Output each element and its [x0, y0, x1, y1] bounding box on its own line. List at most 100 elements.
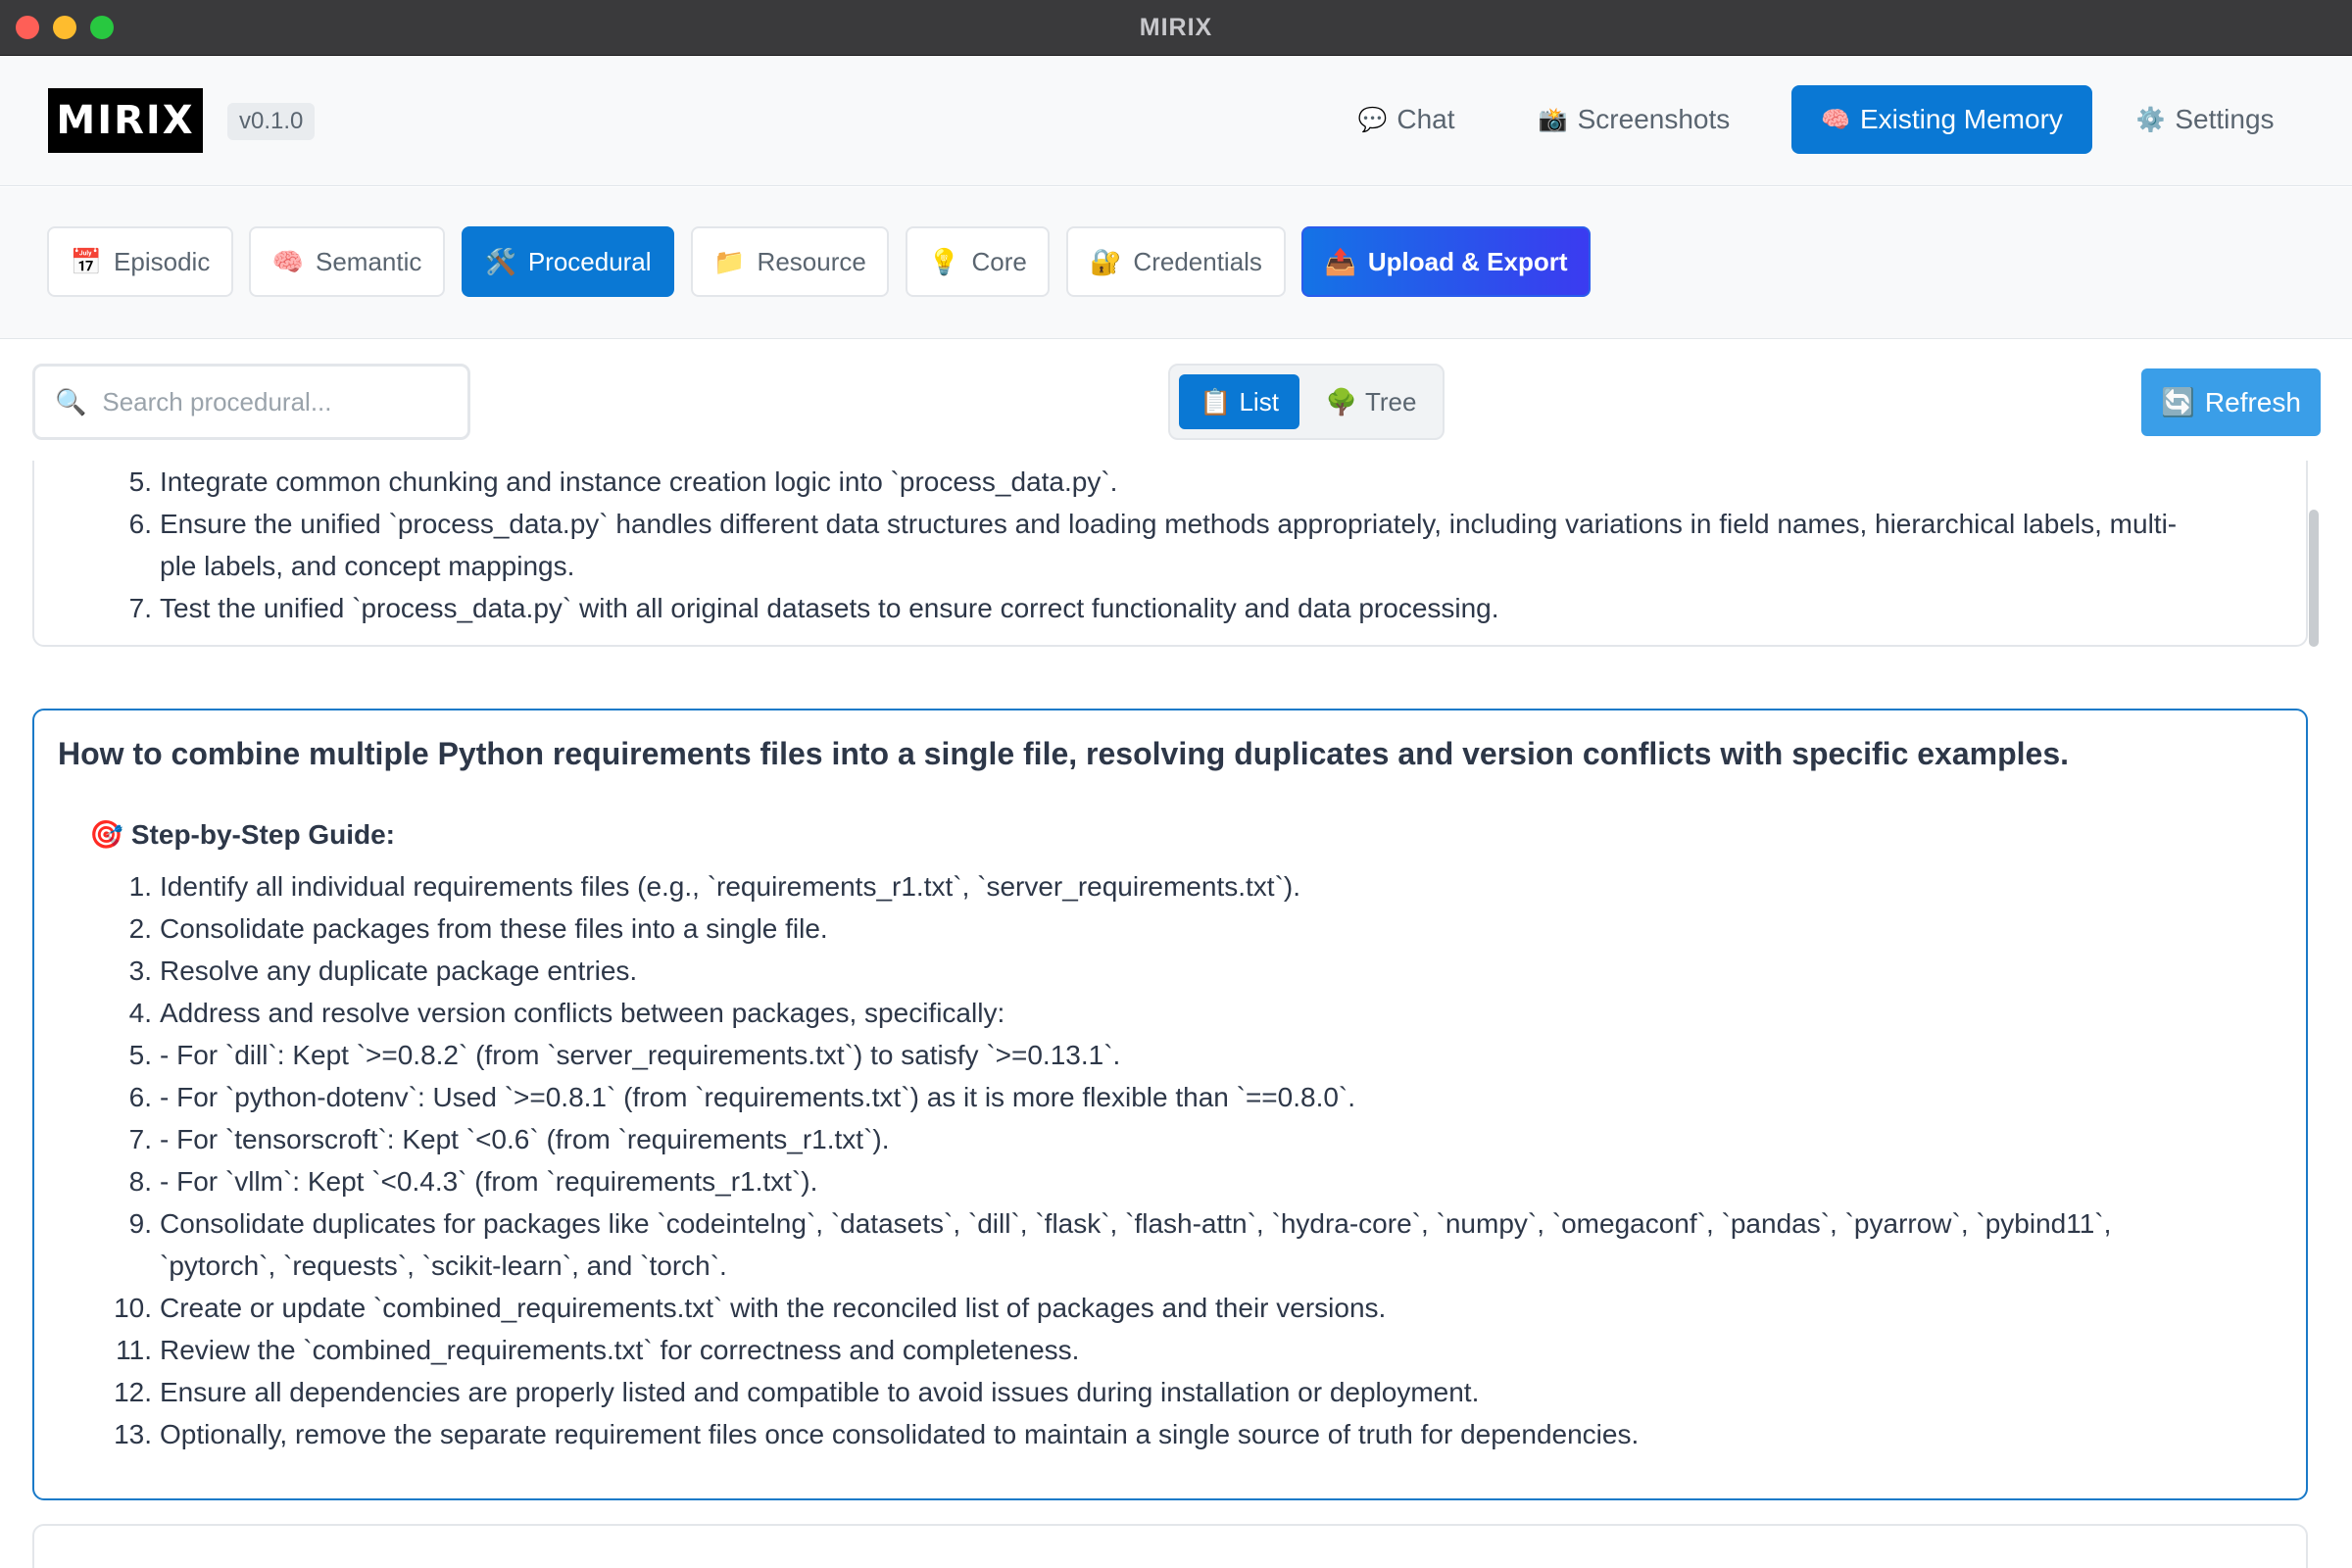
entry-title: How to combine multiple Python requireme… [58, 736, 2070, 771]
list-item: 11. Review the `combined_requirements.txt… [74, 1331, 2269, 1370]
brain-icon: 🧠 [271, 246, 304, 276]
step-list: 1. Identify all individual requirements f… [74, 867, 2269, 1457]
tree-view-button[interactable]: 🌳 Tree [1309, 374, 1433, 429]
nav-existing-memory-label: Existing Memory [1859, 104, 2063, 134]
app-logo: MIRIX [48, 88, 203, 153]
list-item: 4. Address and resolve version conflicts … [74, 994, 2269, 1033]
step-text: `pytorch`, `requests`, `scikit-learn`, a… [160, 1250, 727, 1281]
step-number: 7. [128, 593, 152, 623]
tab-resource-label: Resource [757, 246, 866, 276]
step-text: Test the unified `process_data.py` with … [160, 593, 1499, 623]
list-item: `pytorch`, `requests`, `scikit-learn`, a… [74, 1247, 2269, 1286]
nav-chat-button[interactable]: 💬 Chat [1338, 85, 1475, 154]
brain-icon: 🧠 [1821, 106, 1850, 133]
step-number: 12. [114, 1377, 152, 1407]
list-item: 7. Test the unified `process_data.py` wi… [74, 589, 2230, 628]
scrollbar-thumb[interactable] [2309, 510, 2319, 647]
tab-episodic[interactable]: 📅 Episodic [47, 226, 233, 297]
list-item: ple labels, and concept mappings. [74, 547, 2230, 586]
tree-view-label: Tree [1364, 386, 1417, 416]
folder-icon: 📁 [713, 246, 746, 276]
step-text: Address and resolve version conflicts be… [160, 998, 1005, 1028]
gear-icon: ⚙️ [2135, 106, 2166, 133]
tab-semantic-label: Semantic [315, 246, 422, 276]
step-number: 4. [128, 998, 152, 1028]
step-number: 10. [114, 1293, 152, 1323]
list-item: 6. Ensure the unified `process_data.py` … [74, 505, 2230, 544]
step-number: 3. [128, 956, 152, 986]
nav-settings-label: Settings [2175, 104, 2275, 134]
refresh-label: Refresh [2204, 386, 2301, 417]
memory-entry-card[interactable]: 5. Integrate common chunking and instanc… [32, 461, 2308, 647]
procedural-memory-list[interactable]: 5. Integrate common chunking and instanc… [0, 461, 2352, 1568]
refresh-button[interactable]: 🔄 Refresh [2141, 368, 2321, 436]
tab-credentials[interactable]: 🔐 Credentials [1066, 226, 1286, 297]
list-item: 10. Create or update `combined_requiremen… [74, 1289, 2269, 1328]
list-item: 1. Identify all individual requirements f… [74, 867, 2269, 906]
step-text: Create or update `combined_requirements.… [160, 1293, 1387, 1323]
step-text: ple labels, and concept mappings. [160, 551, 575, 581]
window-titlebar: MIRIX [0, 0, 2352, 56]
maximize-window-button[interactable] [90, 16, 114, 39]
guide-heading: 🎯 Step-by-Step Guide: [89, 818, 395, 851]
close-window-button[interactable] [16, 16, 39, 39]
refresh-icon: 🔄 [2161, 387, 2195, 417]
step-list: 5. Integrate common chunking and instanc… [74, 463, 2230, 631]
step-number: 5. [128, 1040, 152, 1070]
lightbulb-icon: 💡 [928, 246, 960, 276]
list-item: 9. Consolidate duplicates for packages li… [74, 1204, 2269, 1244]
upload-export-button[interactable]: 📤 Upload & Export [1301, 226, 1591, 297]
nav-chat-label: Chat [1396, 104, 1455, 134]
step-text: - For `vllm`: Kept `<0.4.3` (from `requi… [160, 1166, 818, 1197]
list-view-label: List [1239, 386, 1279, 416]
list-item: 12. Ensure all dependencies are properly … [74, 1373, 2269, 1412]
outbox-tray-icon: 📤 [1324, 246, 1356, 276]
memory-type-tabs: 📅 Episodic 🧠 Semantic 🛠️ Procedural 📁 Re… [0, 187, 2352, 339]
window-controls [16, 16, 114, 39]
tab-procedural-label: Procedural [527, 246, 652, 276]
calendar-icon: 📅 [70, 246, 103, 276]
tab-credentials-label: Credentials [1133, 246, 1262, 276]
version-badge: v0.1.0 [227, 103, 316, 140]
step-number: 5. [128, 466, 152, 497]
step-text: - For `tensorscroft`: Kept `<0.6` (from … [160, 1124, 890, 1154]
app-header: MIRIX v0.1.0 💬 Chat 📸 Screenshots 🧠 Exis… [0, 56, 2352, 186]
tab-core[interactable]: 💡 Core [906, 226, 1050, 297]
step-text: Integrate common chunking and instance c… [160, 466, 1118, 497]
lock-key-icon: 🔐 [1090, 246, 1122, 276]
step-text: Resolve any duplicate package entries. [160, 956, 638, 986]
list-item: 6. - For `python-dotenv`: Used `>=0.8.1` … [74, 1078, 2269, 1117]
tab-resource[interactable]: 📁 Resource [691, 226, 889, 297]
guide-heading-label: Step-by-Step Guide: [130, 818, 395, 850]
tab-episodic-label: Episodic [114, 246, 211, 276]
camera-icon: 📸 [1538, 106, 1568, 133]
search-input[interactable] [102, 386, 436, 417]
tools-icon: 🛠️ [484, 246, 516, 276]
nav-settings-button[interactable]: ⚙️ Settings [2127, 85, 2283, 154]
memory-entry-card[interactable] [32, 1524, 2308, 1568]
tab-semantic[interactable]: 🧠 Semantic [249, 226, 445, 297]
target-icon: 🎯 [89, 819, 123, 850]
minimize-window-button[interactable] [53, 16, 76, 39]
list-item: 2. Consolidate packages from these files … [74, 909, 2269, 949]
step-text: Ensure all dependencies are properly lis… [160, 1377, 1480, 1407]
step-number: 13. [114, 1419, 152, 1449]
list-item: 5. - For `dill`: Kept `>=0.8.2` (from `se… [74, 1036, 2269, 1075]
step-number: 9. [128, 1208, 152, 1239]
step-number: 6. [128, 1082, 152, 1112]
list-item: 8. - For `vllm`: Kept `<0.4.3` (from `req… [74, 1162, 2269, 1201]
tab-core-label: Core [971, 246, 1027, 276]
step-number: 2. [128, 913, 152, 944]
memory-entry-card[interactable]: How to combine multiple Python requireme… [32, 709, 2308, 1500]
nav-existing-memory-button[interactable]: 🧠 Existing Memory [1791, 85, 2092, 154]
nav-screenshots-button[interactable]: 📸 Screenshots [1524, 85, 1744, 154]
chat-bubble-icon: 💬 [1357, 106, 1388, 133]
list-item: 3. Resolve any duplicate package entries. [74, 952, 2269, 991]
step-number: 7. [128, 1124, 152, 1154]
step-text: Consolidate packages from these files in… [160, 913, 828, 944]
step-number: 8. [128, 1166, 152, 1197]
step-number: 1. [128, 871, 152, 902]
list-view-button[interactable]: 📋 List [1179, 374, 1299, 429]
tab-procedural[interactable]: 🛠️ Procedural [462, 226, 674, 297]
clipboard-icon: 📋 [1200, 386, 1232, 416]
